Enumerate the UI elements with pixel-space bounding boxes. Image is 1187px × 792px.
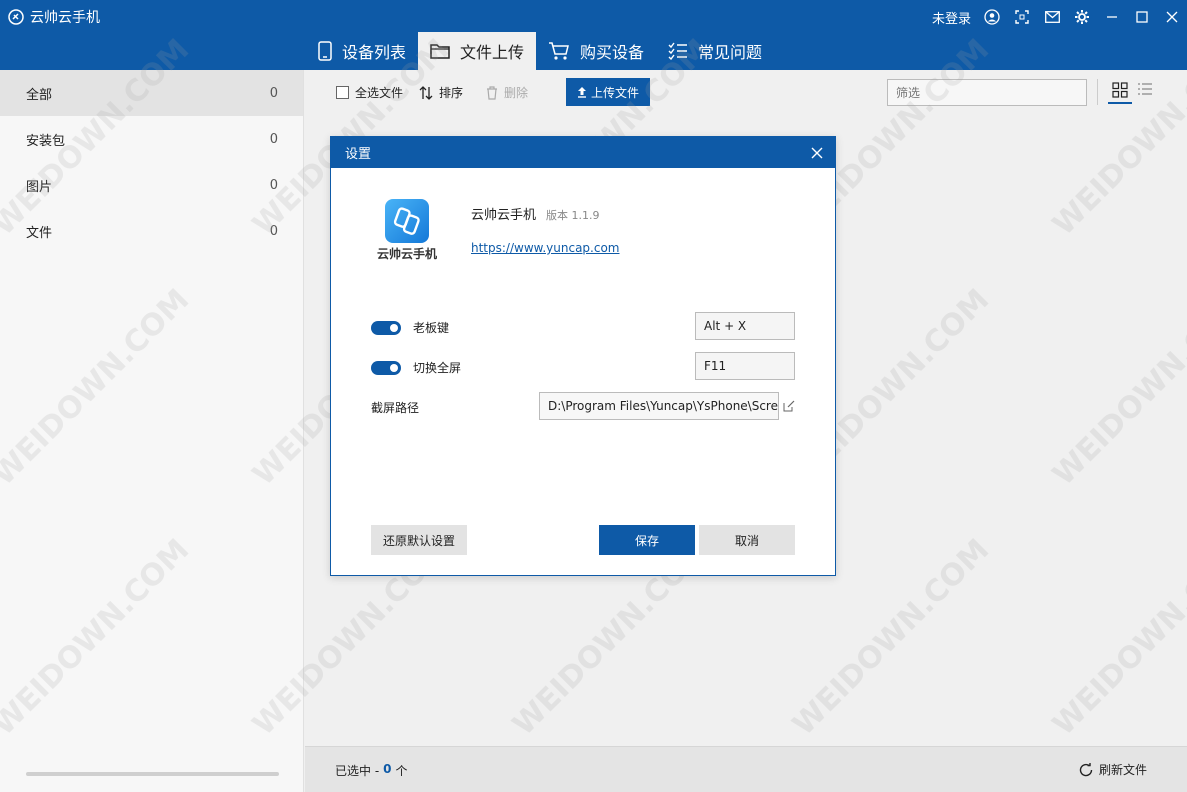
website-link[interactable]: https://www.yuncap.com [471, 241, 620, 255]
delete-label: 删除 [504, 86, 529, 100]
app-logo-icon [8, 9, 24, 25]
checklist-icon [668, 42, 688, 60]
refresh-icon [1079, 762, 1093, 776]
status-bar: 已选中 - 0 个 刷新文件 [305, 746, 1187, 792]
login-status[interactable]: 未登录 [932, 8, 971, 27]
edit-path-icon[interactable] [783, 400, 795, 412]
delete-button[interactable]: 删除 [486, 84, 528, 101]
screenshot-path-field[interactable]: D:\Program Files\Yuncap\YsPhone\Screensh… [539, 392, 779, 420]
boss-key-field[interactable]: Alt + X [695, 312, 795, 340]
list-view-icon[interactable] [1135, 82, 1155, 102]
toolbar-divider [1097, 79, 1098, 105]
minimize-icon[interactable] [1097, 0, 1127, 34]
sidebar-item-count: 0 [269, 223, 278, 239]
app-info: 云帅云手机 版本 1.1.9 [471, 204, 600, 223]
app-title: 云帅云手机 [8, 7, 100, 27]
upload-label: 上传文件 [590, 85, 639, 100]
app-title-text: 云帅云手机 [30, 10, 100, 26]
selected-prefix: 已选中 - [335, 764, 380, 778]
tab-device-list[interactable]: 设备列表 [306, 32, 418, 70]
user-avatar-icon[interactable] [977, 0, 1007, 34]
dialog-close-icon[interactable] [807, 143, 827, 163]
select-all-files[interactable]: 全选文件 [336, 84, 403, 101]
sidebar-item-packages[interactable]: 安装包 0 [0, 116, 303, 162]
screenshot-path-label: 截屏路径 [371, 401, 420, 415]
fullscreen-toggle[interactable] [371, 360, 401, 375]
app-name: 云帅云手机 [471, 208, 537, 223]
mail-icon[interactable] [1037, 0, 1067, 34]
sidebar-item-label: 全部 [26, 87, 53, 103]
maximize-icon[interactable] [1127, 0, 1157, 34]
sort-label: 排序 [439, 86, 464, 100]
sort-icon [419, 85, 433, 100]
tab-faq[interactable]: 常见问题 [656, 32, 774, 70]
selected-suffix: 个 [395, 764, 408, 778]
sidebar-item-images[interactable]: 图片 0 [0, 162, 303, 208]
tab-buy-device[interactable]: 购买设备 [536, 32, 656, 70]
settings-gear-icon[interactable] [1067, 0, 1097, 34]
dialog-title: 设置 [345, 147, 372, 162]
sidebar: 全部 0 安装包 0 图片 0 文件 0 [0, 70, 304, 792]
settings-dialog: 设置 云帅云手机 云帅云手机 版本 1.1.9 https://www.yunc… [330, 136, 836, 576]
sidebar-scrollbar[interactable] [26, 772, 279, 776]
sidebar-item-label: 安装包 [26, 133, 66, 149]
cancel-button[interactable]: 取消 [699, 525, 795, 555]
sort-button[interactable]: 排序 [419, 84, 463, 101]
tab-label: 文件上传 [460, 43, 525, 62]
save-button[interactable]: 保存 [599, 525, 695, 555]
sidebar-item-all[interactable]: 全部 0 [0, 70, 303, 116]
fullscreen-row: 切换全屏 [371, 359, 461, 376]
select-all-checkbox[interactable] [336, 86, 349, 99]
logo-caption: 云帅云手机 [376, 247, 437, 261]
refresh-files-button[interactable]: 刷新文件 [1078, 761, 1147, 778]
app-logo-icon [385, 199, 429, 243]
sidebar-item-count: 0 [269, 131, 278, 147]
app-version: 版本 1.1.9 [546, 209, 600, 222]
upload-arrow-icon [577, 87, 586, 98]
selection-status: 已选中 - 0 个 [335, 762, 408, 779]
cart-icon [549, 42, 569, 60]
tab-file-upload[interactable]: 文件上传 [418, 32, 537, 70]
close-icon[interactable] [1157, 0, 1187, 34]
selected-count: 0 [383, 762, 392, 776]
filter-input[interactable] [887, 79, 1087, 106]
tab-label: 设备列表 [342, 43, 407, 62]
tab-label: 购买设备 [580, 43, 645, 62]
screenshot-path-row: 截屏路径 [371, 399, 419, 416]
boss-key-toggle[interactable] [371, 320, 401, 335]
dialog-header: 设置 [331, 137, 835, 168]
grid-view-icon[interactable] [1108, 82, 1132, 104]
phone-icon [318, 41, 332, 61]
file-toolbar: 全选文件 排序 删除 上传文件 [305, 70, 1187, 116]
select-all-label: 全选文件 [355, 86, 404, 100]
boss-key-row: 老板键 [371, 319, 449, 336]
title-bar: 云帅云手机 未登录 设备列表 文件上传 购买设备 常见问题 [0, 0, 1187, 70]
main-nav: 设备列表 文件上传 购买设备 常见问题 [306, 32, 774, 70]
tab-label: 常见问题 [698, 43, 763, 62]
trash-icon [487, 85, 497, 100]
sidebar-item-label: 文件 [26, 225, 53, 241]
folder-icon [430, 44, 450, 59]
refresh-label: 刷新文件 [1098, 763, 1147, 777]
fullscreen-key-field[interactable]: F11 [695, 352, 795, 380]
fullscreen-label: 切换全屏 [413, 361, 462, 375]
screenshot-icon[interactable] [1007, 0, 1037, 34]
sidebar-item-files[interactable]: 文件 0 [0, 208, 303, 254]
reset-defaults-button[interactable]: 还原默认设置 [371, 525, 467, 555]
sidebar-item-count: 0 [269, 177, 278, 193]
boss-key-label: 老板键 [413, 321, 450, 335]
sidebar-item-count: 0 [269, 85, 278, 101]
window-controls: 未登录 [932, 0, 1187, 34]
upload-file-button[interactable]: 上传文件 [566, 78, 650, 106]
sidebar-item-label: 图片 [26, 179, 53, 195]
